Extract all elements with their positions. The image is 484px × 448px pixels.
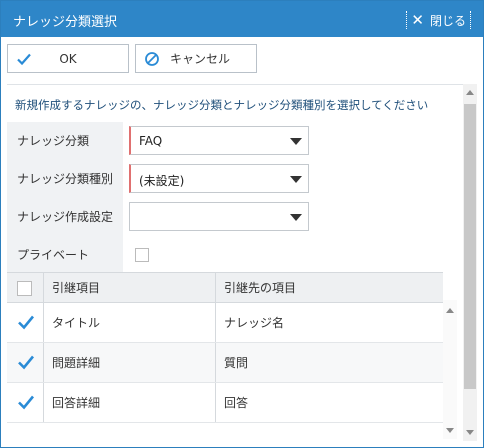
content-scrollbar[interactable] <box>463 84 477 441</box>
table-row[interactable]: 問題詳細 質問 <box>7 343 443 383</box>
row-checkbox-checked[interactable] <box>17 353 35 371</box>
scroll-up-icon[interactable] <box>466 90 474 95</box>
private-label: プライベート <box>7 236 123 274</box>
scroll-down-icon[interactable] <box>446 428 454 433</box>
close-icon: ✕ <box>411 11 424 29</box>
row-checkbox-checked[interactable] <box>17 393 35 411</box>
dropdown-arrow-icon <box>290 214 302 221</box>
row-item: 回答詳細 <box>43 383 215 422</box>
form-row-category-type: ナレッジ分類種別 (未設定) <box>7 160 463 198</box>
row-target: 回答 <box>215 383 443 422</box>
close-label: 閉じる <box>429 13 466 28</box>
row-target: ナレッジ名 <box>215 303 443 342</box>
table-row[interactable]: 回答詳細 回答 <box>7 383 443 423</box>
category-type-label: ナレッジ分類種別 <box>7 160 123 198</box>
select-all-checkbox[interactable] <box>17 281 32 296</box>
form-row-category: ナレッジ分類 FAQ <box>7 122 463 160</box>
dropdown-arrow-icon <box>290 138 302 145</box>
scroll-down-icon[interactable] <box>466 430 474 435</box>
dialog-content: 新規作成するナレッジの、ナレッジ分類とナレッジ分類種別を選択してください ナレッ… <box>7 84 463 441</box>
category-select[interactable]: FAQ <box>129 126 309 155</box>
row-checkbox-checked[interactable] <box>17 313 35 331</box>
dialog-titlebar: ナレッジ分類選択 ✕ 閉じる <box>1 1 483 37</box>
creation-setting-label: ナレッジ作成設定 <box>7 198 123 236</box>
ok-button[interactable]: OK <box>7 44 129 73</box>
scroll-up-icon[interactable] <box>446 308 454 313</box>
category-label: ナレッジ分類 <box>7 122 123 160</box>
table-row[interactable]: タイトル ナレッジ名 <box>7 303 443 343</box>
close-button[interactable]: ✕ 閉じる <box>406 11 471 29</box>
row-checkbox-cell <box>7 383 43 422</box>
row-item: タイトル <box>43 303 215 342</box>
prohibit-icon <box>145 52 159 66</box>
form-row-private: プライベート <box>7 236 463 274</box>
row-target: 質問 <box>215 343 443 382</box>
cancel-button[interactable]: キャンセル <box>135 44 257 73</box>
creation-setting-select[interactable] <box>129 202 309 231</box>
dialog-title: ナレッジ分類選択 <box>13 15 118 30</box>
instruction-text: 新規作成するナレッジの、ナレッジ分類とナレッジ分類種別を選択してください <box>15 98 429 112</box>
scrollbar-thumb[interactable] <box>464 104 476 389</box>
dropdown-arrow-icon <box>290 176 302 183</box>
header-target: 引継先の項目 <box>215 273 443 302</box>
private-checkbox[interactable] <box>135 248 149 262</box>
category-value: FAQ <box>139 134 163 148</box>
grid-scrollbar[interactable] <box>443 300 457 439</box>
row-checkbox-cell <box>7 343 43 382</box>
category-type-select[interactable]: (未設定) <box>129 164 309 193</box>
form-row-creation-setting: ナレッジ作成設定 <box>7 198 463 236</box>
grid-header: 引継項目 引継先の項目 <box>7 272 443 303</box>
header-item: 引継項目 <box>43 273 215 302</box>
category-type-value: (未設定) <box>139 174 185 188</box>
knowledge-category-dialog: ナレッジ分類選択 ✕ 閉じる OK キャンセル 新規作成するナレッジの、ナレッジ… <box>0 0 484 448</box>
row-checkbox-cell <box>7 303 43 342</box>
row-item: 問題詳細 <box>43 343 215 382</box>
header-checkbox-cell <box>7 273 43 302</box>
cancel-label: キャンセル <box>170 52 231 66</box>
ok-label: OK <box>59 51 77 66</box>
